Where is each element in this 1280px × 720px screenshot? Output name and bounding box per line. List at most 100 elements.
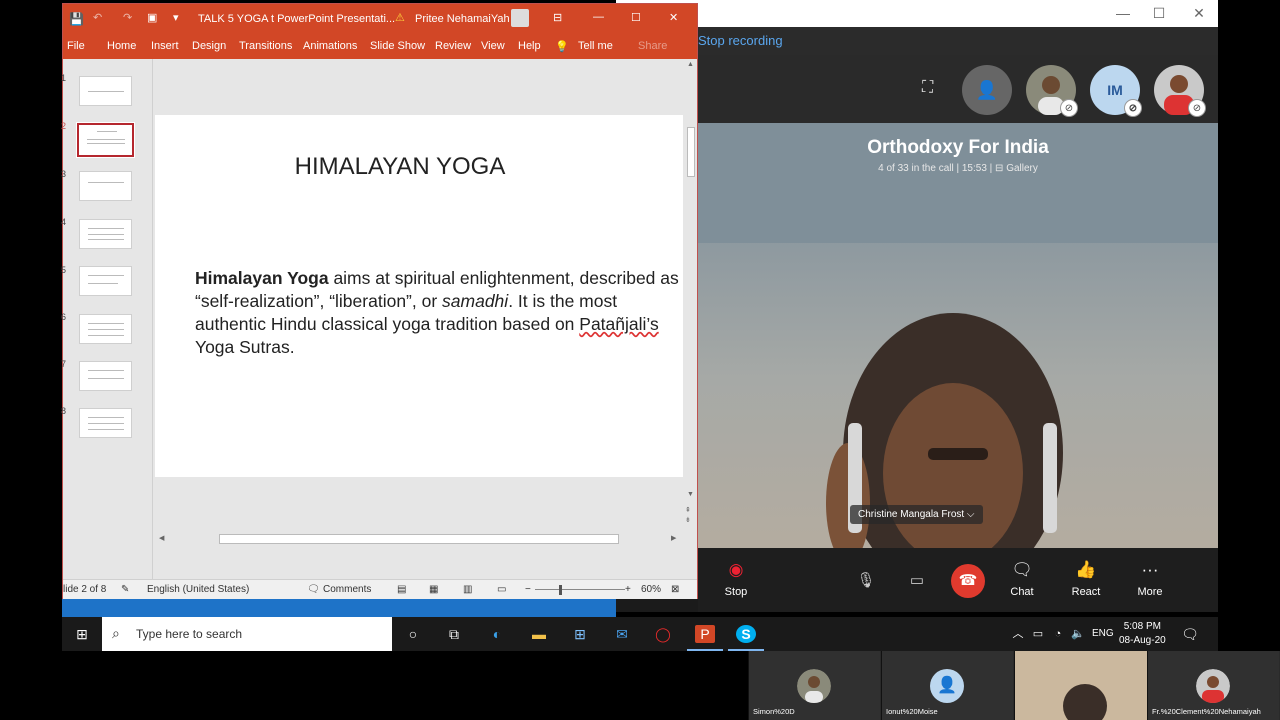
tab-design[interactable]: Design [192, 40, 226, 52]
notifications-icon[interactable]: 🗨 [1180, 625, 1200, 643]
save-icon[interactable]: 💾 [69, 12, 84, 26]
account-avatar[interactable] [511, 9, 529, 27]
minimize-icon[interactable]: — [593, 11, 604, 23]
slide-thumbnail-6[interactable] [79, 314, 132, 344]
undo-icon[interactable]: ↶ [93, 11, 102, 24]
tab-file[interactable]: File [67, 40, 85, 52]
scroll-left-icon[interactable]: ◀ [159, 534, 164, 542]
close-icon[interactable]: ✕ [1184, 4, 1214, 22]
scroll-down-icon[interactable]: ▼ [687, 491, 694, 498]
thumb-number: 6 [61, 312, 67, 322]
share-button[interactable]: Share [638, 40, 667, 52]
participant-tile[interactable]: Simon%20D [748, 651, 880, 720]
zoom-out-icon[interactable]: − [525, 584, 531, 595]
more-button[interactable]: ··· More [1124, 558, 1176, 598]
slide-title[interactable]: HIMALAYAN YOGA [155, 153, 645, 181]
tab-view[interactable]: View [481, 40, 505, 52]
slide-thumbnail-2[interactable] [76, 122, 135, 158]
input-language[interactable]: ENG [1092, 628, 1114, 639]
volume-icon[interactable]: 🔈 [1068, 625, 1088, 643]
tab-review[interactable]: Review [435, 40, 471, 52]
language[interactable]: English (United States) [147, 584, 249, 595]
chevron-up-icon[interactable]: ︿ [1008, 625, 1028, 643]
tab-help[interactable]: Help [518, 40, 541, 52]
network-icon[interactable]: ◔ [1048, 625, 1068, 643]
powerpoint-icon[interactable]: P [695, 625, 715, 643]
participant-avatar[interactable]: ⊘ [1154, 65, 1206, 117]
normal-view-icon[interactable]: ▤ [397, 584, 406, 595]
slide-thumbnail-5[interactable] [79, 266, 132, 296]
comments-icon[interactable]: 🗨 [307, 584, 320, 595]
tab-slide-show[interactable]: Slide Show [370, 40, 425, 52]
mail-icon[interactable]: ✉ [612, 625, 632, 643]
close-icon[interactable]: ✕ [669, 11, 678, 24]
current-slide[interactable]: HIMALAYAN YOGA Himalayan Yoga aims at sp… [155, 115, 683, 477]
reading-view-icon[interactable]: ▥ [463, 584, 472, 595]
clock[interactable]: 5:08 PM 08-Aug-20 [1119, 620, 1166, 648]
stop-recording-button[interactable]: ◉ Stop [710, 558, 762, 598]
scroll-thumb[interactable] [687, 127, 695, 177]
participant-tile[interactable]: Fr.%20Clement%20Nehamaiyah [1147, 651, 1279, 720]
react-button[interactable]: 👍 React [1060, 558, 1112, 598]
task-view-icon[interactable]: ⧉ [444, 625, 464, 643]
slide-thumbnail-3[interactable] [79, 171, 132, 201]
slide-body-bold: Himalayan Yoga [195, 268, 329, 288]
redo-icon[interactable]: ↷ [123, 11, 132, 24]
minimize-icon[interactable]: — [1108, 4, 1138, 22]
proofing-icon[interactable]: ✎ [121, 584, 129, 595]
mic-muted-icon[interactable]: 🎙 [849, 564, 883, 598]
participant-tile[interactable] [1014, 651, 1147, 720]
slideshow-icon[interactable]: ▭ [497, 584, 506, 595]
slide-thumbnail-1[interactable] [79, 76, 132, 106]
video-off-icon[interactable]: ▭ [900, 564, 934, 598]
speaker-label[interactable]: Christine Mangala Frost ⌵ [850, 505, 983, 524]
scroll-up-icon[interactable]: ▲ [687, 61, 694, 68]
slide-thumbnail-7[interactable] [79, 361, 132, 391]
tab-transitions[interactable]: Transitions [239, 40, 292, 52]
maximize-icon[interactable]: ☐ [631, 11, 641, 24]
scroll-thumb[interactable] [219, 534, 619, 544]
ribbon-display-icon[interactable]: ⊟ [553, 11, 562, 24]
slide-body[interactable]: Himalayan Yoga aims at spiritual enlight… [195, 267, 685, 359]
store-icon[interactable]: ⊞ [570, 625, 590, 643]
edge-icon[interactable]: ◐ [487, 625, 507, 643]
vertical-scrollbar[interactable]: ▲ ▼ [685, 59, 697, 507]
zoom-in-icon[interactable]: + [625, 584, 631, 595]
chevron-down-icon[interactable]: ▾ [173, 11, 179, 24]
tell-me-search[interactable]: Tell me [578, 40, 613, 52]
participant-tile[interactable]: 👤 Ionut%20Moise [881, 651, 1013, 720]
add-participant-icon[interactable]: 👤 [962, 65, 1012, 115]
cortana-icon[interactable]: ○ [403, 625, 423, 643]
call-meta[interactable]: 4 of 33 in the call | 15:53 | ⊟ Gallery [698, 163, 1218, 174]
prev-next-slide-icon[interactable]: ⇞ ⇟ [685, 506, 691, 526]
slide-thumbnail-8[interactable] [79, 408, 132, 438]
zoom-slider[interactable] [535, 589, 625, 590]
tab-home[interactable]: Home [107, 40, 136, 52]
zoom-level[interactable]: 60% [641, 584, 661, 595]
stop-recording-link[interactable]: Stop recording [698, 33, 783, 48]
slide-sorter-icon[interactable]: ▦ [429, 584, 438, 595]
fit-slide-icon[interactable]: ⊠ [671, 584, 679, 595]
scroll-right-icon[interactable]: ▶ [671, 534, 676, 542]
muted-icon: ⊘ [1124, 99, 1142, 117]
maximize-icon[interactable]: ☐ [1144, 4, 1174, 22]
participant-avatar-initials[interactable]: IM ⊘ [1090, 65, 1142, 117]
skype-icon[interactable]: S [736, 625, 756, 643]
participant-avatar[interactable]: ⊘ [1026, 65, 1078, 117]
comments-button[interactable]: Comments [323, 584, 371, 595]
zoom-slider-thumb[interactable] [559, 585, 562, 595]
battery-icon[interactable]: ▭ [1028, 625, 1048, 643]
slide-thumbnail-4[interactable] [79, 219, 132, 249]
taskbar-search[interactable]: ⌕ Type here to search [102, 617, 392, 651]
opera-icon[interactable]: ◯ [653, 625, 673, 643]
present-icon[interactable]: ▣ [147, 11, 157, 24]
account-name[interactable]: Pritee NehamaiYah [415, 13, 510, 25]
chat-button[interactable]: 🗨 Chat [996, 558, 1048, 598]
file-explorer-icon[interactable]: ▬ [529, 625, 549, 643]
tab-animations[interactable]: Animations [303, 40, 357, 52]
tab-insert[interactable]: Insert [151, 40, 179, 52]
screen-layout-icon[interactable]: ⛶ [922, 79, 933, 97]
horizontal-scrollbar[interactable]: ◀ ▶ [155, 532, 683, 546]
hang-up-button[interactable]: ☎ [951, 564, 985, 598]
windows-start-icon[interactable]: ⊞ [72, 625, 92, 643]
